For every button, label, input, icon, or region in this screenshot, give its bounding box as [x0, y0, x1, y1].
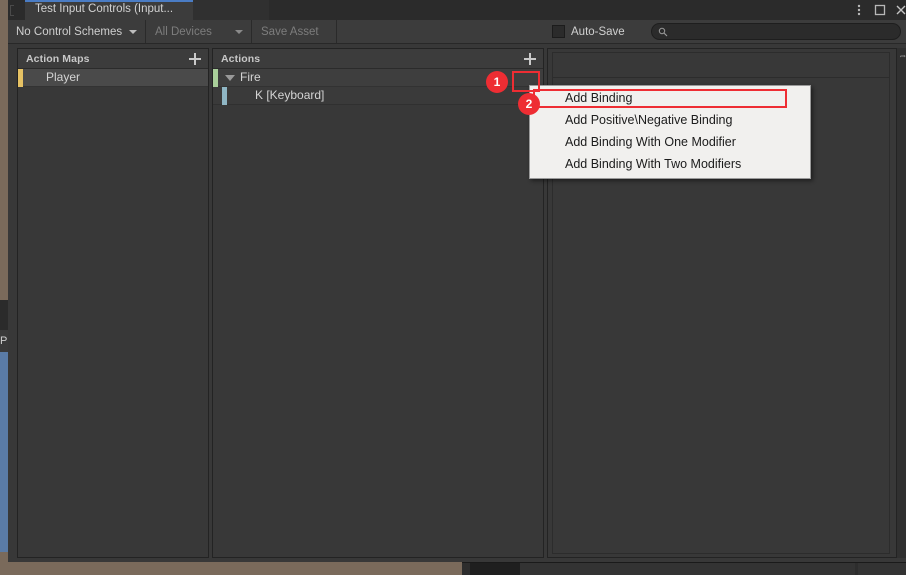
kebab-icon: [857, 4, 861, 16]
action-map-item-player[interactable]: Player: [18, 69, 208, 87]
close-icon: [896, 5, 906, 15]
editor-toolbar: No Control Schemes All Devices Save Asse…: [8, 20, 906, 44]
chevron-down-icon: [235, 30, 243, 34]
action-maps-header: Action Maps: [18, 49, 208, 69]
action-maps-title: Action Maps: [26, 53, 90, 65]
annotation-marker-1: 1: [486, 71, 508, 93]
add-binding-context-menu[interactable]: Add Binding Add Positive\Negative Bindin…: [529, 85, 811, 179]
action-map-label: Player: [46, 70, 81, 84]
background-bottom-segment-1: [470, 562, 520, 575]
tab-bar-left-gutter: [8, 0, 25, 20]
menu-item-add-positive-negative-binding[interactable]: Add Positive\Negative Binding: [530, 109, 810, 131]
maximize-button[interactable]: [869, 0, 891, 20]
background-left-strip-top: [0, 0, 8, 300]
auto-save-checkbox[interactable]: [552, 25, 565, 38]
plus-icon-vertical: [529, 53, 531, 65]
binding-accent-bar: [222, 87, 227, 105]
control-schemes-dropdown[interactable]: No Control Schemes: [8, 20, 146, 43]
annotation-marker-2: 2: [518, 93, 540, 115]
chevron-down-icon: [129, 30, 137, 34]
more-options-icon[interactable]: [848, 0, 870, 20]
close-button[interactable]: [890, 0, 906, 20]
binding-label: K [Keyboard]: [255, 88, 325, 102]
background-bottom-divider: [462, 562, 906, 563]
plus-icon-vertical: [194, 53, 196, 65]
control-schemes-label: No Control Schemes: [16, 25, 123, 38]
action-label: Fire: [240, 70, 261, 84]
background-left-strip-dark: [0, 300, 8, 330]
toolbar-spacer: [338, 20, 544, 43]
menu-item-add-binding-one-modifier[interactable]: Add Binding With One Modifier: [530, 131, 810, 153]
add-action-map-button[interactable]: [187, 51, 202, 66]
menu-item-add-binding-two-modifiers[interactable]: Add Binding With Two Modifiers: [530, 153, 810, 175]
action-map-accent-bar: [18, 69, 23, 87]
background-left-strip-blue: [0, 352, 8, 552]
save-asset-label: Save Asset: [261, 25, 319, 38]
search-icon: [658, 27, 668, 37]
add-action-button[interactable]: [522, 51, 537, 66]
auto-save-toggle[interactable]: Auto-Save: [552, 20, 625, 43]
tab-bar-empty-area: [193, 0, 269, 20]
background-bottom-segment-3: [858, 562, 906, 575]
auto-save-label: Auto-Save: [571, 25, 625, 38]
devices-label: All Devices: [155, 25, 212, 38]
background-left-letter: P: [0, 335, 8, 347]
tab-bar: Test Input Controls (Input...: [8, 0, 906, 20]
foldout-expanded-icon[interactable]: [225, 75, 235, 81]
save-asset-button[interactable]: Save Asset: [253, 20, 337, 43]
background-bottom-tan: [0, 562, 462, 575]
action-maps-panel: Action Maps Player: [17, 48, 209, 558]
screen-root: P Test Input Controls (Input... No Contr…: [0, 0, 906, 575]
tab-test-input-controls[interactable]: Test Input Controls (Input...: [25, 0, 193, 20]
background-bottom-segment-2: [520, 562, 855, 575]
action-accent-bar: [213, 69, 218, 87]
right-docked-tab-label: t: [898, 55, 906, 58]
tab-label: Test Input Controls (Input...: [35, 3, 174, 15]
actions-header: Actions: [213, 49, 543, 69]
maximize-icon: [874, 4, 886, 16]
actions-panel: Actions Fire K [Keyboard]: [212, 48, 544, 558]
menu-item-add-binding[interactable]: Add Binding: [530, 87, 810, 109]
actions-title: Actions: [221, 53, 261, 65]
properties-header-box: [552, 52, 890, 78]
search-input[interactable]: [651, 23, 901, 40]
devices-dropdown[interactable]: All Devices: [147, 20, 252, 43]
right-docked-tab-strip[interactable]: [897, 48, 906, 558]
